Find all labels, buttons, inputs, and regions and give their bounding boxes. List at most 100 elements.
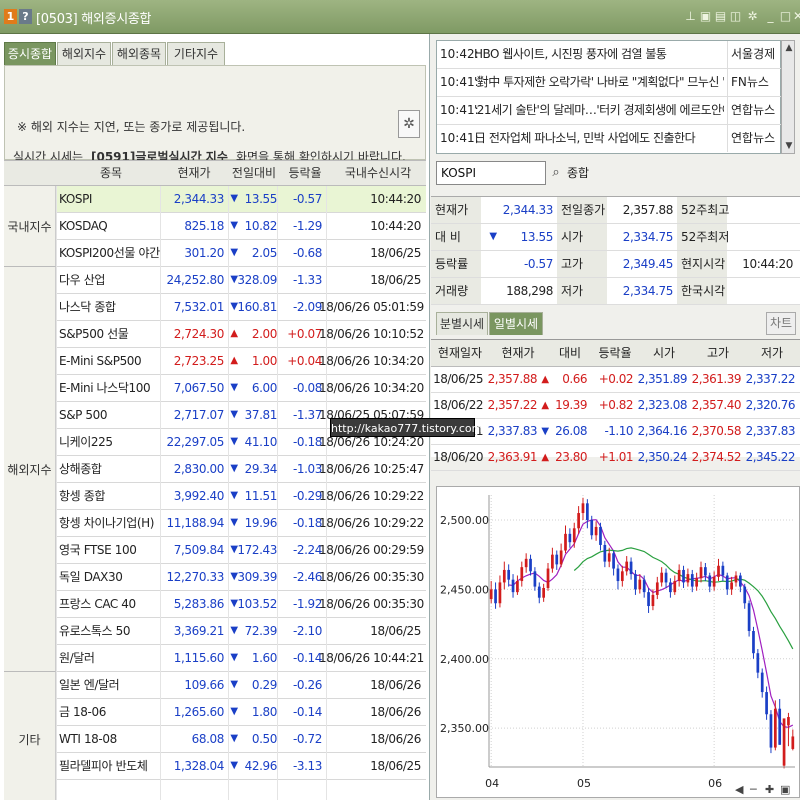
tab-overseas-stocks[interactable]: 해외종목 bbox=[112, 42, 166, 65]
table-row[interactable]: 상해종합 2,830.00 ▼ 29.34 -1.03 18/06/26 10:25:47 bbox=[56, 456, 426, 483]
candle-body bbox=[734, 575, 738, 583]
row-time: 18/06/25 bbox=[370, 273, 421, 287]
memo-icon[interactable]: ◫ bbox=[729, 9, 742, 23]
copy-icon[interactable]: ▣ bbox=[699, 9, 712, 23]
scroll-left-icon[interactable]: ◀ bbox=[735, 783, 744, 796]
row-time: 18/06/26 05:01:59 bbox=[319, 300, 424, 314]
table-row[interactable]: 일본 엔/달러 109.66 ▼ 0.29 -0.26 18/06/26 bbox=[56, 672, 426, 699]
screen-number-badge[interactable]: 1 bbox=[4, 9, 17, 24]
table-row[interactable]: 독일 DAX30 12,270.33 ▼ 309.39 -2.46 18/06/26 00… bbox=[56, 564, 426, 591]
tab-market-summary[interactable]: 증시종합 bbox=[4, 42, 56, 65]
tab-other-index[interactable]: 기타지수 bbox=[167, 42, 225, 65]
candle-body bbox=[590, 519, 594, 536]
print-icon[interactable]: ▤ bbox=[714, 9, 727, 23]
news-source: 연합뉴스 bbox=[727, 125, 782, 152]
chart-button[interactable]: 차트 bbox=[766, 312, 796, 335]
row-change: 41.10 bbox=[244, 435, 278, 449]
daily-price: 2,357.88 bbox=[487, 372, 538, 386]
tab-overseas-index[interactable]: 해외지수 bbox=[57, 42, 111, 65]
news-scrollbar[interactable]: ▲ ▼ bbox=[781, 40, 795, 154]
row-price: 5,283.86 bbox=[173, 597, 225, 611]
table-row[interactable]: 유로스톡스 50 3,369.21 ▼ 72.39 -2.10 18/06/25 bbox=[56, 618, 426, 645]
row-time: 18/06/26 00:35:30 bbox=[319, 570, 424, 584]
news-title[interactable]: '21세기 술탄'의 달레마…'터키 경제회생에 에르도안이 bbox=[474, 97, 724, 124]
table-row[interactable]: WTI 18-08 68.08 ▼ 0.50 -0.72 18/06/26 bbox=[56, 726, 426, 753]
table-row[interactable]: 원/달러 1,115.60 ▼ 1.60 -0.14 18/06/26 10:44:21 bbox=[56, 645, 426, 672]
scroll-down-icon[interactable]: ▼ bbox=[784, 141, 794, 151]
row-rate: -2.24 bbox=[292, 543, 322, 557]
daily-header-change: 대비 bbox=[558, 346, 582, 360]
daily-header-high: 고가 bbox=[706, 346, 730, 360]
candle-body bbox=[669, 582, 672, 593]
minimize-icon[interactable]: _ bbox=[764, 9, 777, 23]
table-row[interactable]: 필라델피아 반도체 1,328.04 ▼ 42.96 -3.13 18/06/25 bbox=[56, 753, 426, 780]
row-price: 11,188.94 bbox=[166, 516, 225, 530]
daily-row[interactable]: 18/06/212,337.83▼26.08-1.102,364.162,370… bbox=[431, 419, 800, 445]
row-change: 29.34 bbox=[244, 462, 278, 476]
table-row[interactable]: 프랑스 CAC 40 5,283.86 ▼ 103.52 -1.92 18/06/26 0… bbox=[56, 591, 426, 618]
row-change: 13.55 bbox=[244, 192, 278, 206]
daily-row[interactable]: 18/06/25 2,357.88 ▲ 0.66 +0.02 2,351.89 2,361.… bbox=[431, 367, 800, 393]
index-table: 종목 현재가 전일대비 등락율 국내수신시각 국내지수 해외지수 기타 KOSPI 2… bbox=[4, 160, 426, 800]
table-row[interactable]: KOSPI 2,344.33 ▼ 13.55 -0.57 10:44:20 bbox=[56, 186, 426, 213]
row-price: 2,723.25 bbox=[173, 354, 225, 368]
table-row[interactable]: S&P500 선물 2,724.30 ▲ 2.00 +0.07 18/06/26 10:1… bbox=[56, 321, 426, 348]
row-time: 18/06/26 bbox=[370, 705, 421, 719]
news-title[interactable]: 日 전자업체 파나소닉, 민박 사업에도 진출한다 bbox=[474, 125, 724, 152]
candle-body bbox=[699, 567, 703, 579]
news-title[interactable]: HBO 웹사이트, 시진핑 풍자에 검열 불통 bbox=[474, 41, 724, 68]
table-row[interactable]: 항셍 종합 3,992.40 ▼ 11.51 -0.29 18/06/26 10:29:2… bbox=[56, 483, 426, 510]
table-row[interactable]: 항셍 차이나기업(H) 11,188.94 ▼ 19.96 -0.18 18/06/26 … bbox=[56, 510, 426, 537]
news-item[interactable]: 10:41: 日 전자업체 파나소닉, 민박 사업에도 진출한다 연합뉴스 bbox=[437, 125, 782, 153]
news-title[interactable]: '對中 투자제한 오락가락' 나바로 "계획없다" 므누신 " bbox=[474, 69, 724, 96]
row-price: 1,265.60 bbox=[173, 705, 225, 719]
news-item[interactable]: 10:42: HBO 웹사이트, 시진핑 풍자에 검열 불통 서울경제 bbox=[437, 41, 782, 69]
row-price: 825.18 bbox=[184, 219, 224, 233]
fit-icon[interactable]: ▣ bbox=[780, 783, 790, 796]
quote-info-row: 거래량 188,298 저가 2,334.75 한국시각 bbox=[431, 278, 800, 305]
candle-body bbox=[721, 565, 725, 576]
table-row[interactable]: 금 18-06 1,265.60 ▼ 1.80 -0.14 18/06/26 bbox=[56, 699, 426, 726]
row-change: 1.60 bbox=[251, 651, 278, 665]
table-row[interactable]: KOSDAQ 825.18 ▼ 10.82 -1.29 10:44:20 bbox=[56, 213, 426, 240]
news-item[interactable]: 10:41: '21세기 술탄'의 달레마…'터키 경제회생에 에르도안이 연합… bbox=[437, 97, 782, 125]
table-row[interactable]: KOSPI200선물 야간 301.20 ▼ 2.05 -0.68 18/06/25 bbox=[56, 240, 426, 267]
candlestick-chart[interactable]: 2,500.00 2,450.00 2,400.00 2,350.00 04 05 06 ◀ ─… bbox=[436, 486, 800, 798]
tab-daily-prices[interactable]: 일별시세 bbox=[489, 312, 543, 335]
header-time: 국내수신시각 bbox=[344, 166, 412, 180]
candle-body bbox=[747, 603, 751, 631]
row-rate: +0.07 bbox=[287, 327, 322, 341]
table-row[interactable]: E-Mini 나스닥100 7,067.50 ▼ 6.00 -0.08 18/06/26 … bbox=[56, 375, 426, 402]
help-badge[interactable]: ? bbox=[19, 9, 32, 24]
table-row[interactable]: 영국 FTSE 100 7,509.84 ▼ 172.43 -2.24 18/06/26 … bbox=[56, 537, 426, 564]
close-icon[interactable]: ✕ bbox=[793, 9, 800, 23]
daily-open: 2,364.16 bbox=[637, 424, 688, 438]
scroll-up-icon[interactable]: ▲ bbox=[784, 43, 794, 53]
notice-line-1: ※ 해외 지수는 지연, 또는 종가로 제공됩니다. bbox=[17, 120, 246, 134]
y-tick-label: 2,350.00 bbox=[440, 722, 489, 735]
maximize-icon[interactable]: □ bbox=[779, 9, 792, 23]
row-change: 1.80 bbox=[251, 705, 278, 719]
quote-label: 고가 bbox=[557, 251, 607, 277]
gear-icon[interactable]: ✲ bbox=[746, 9, 759, 23]
daily-row[interactable]: 18/06/20 2,363.91 ▲ 23.80 +1.01 2,350.24 2,374… bbox=[431, 445, 800, 471]
news-item[interactable]: 10:41: '對中 투자제한 오락가락' 나바로 "계획없다" 므누신 " F… bbox=[437, 69, 782, 97]
zoom-out-icon[interactable]: ─ bbox=[749, 783, 757, 796]
candle-body bbox=[743, 586, 747, 604]
table-row[interactable]: 다우 산업 24,252.80 ▼ 328.09 -1.33 18/06/25 bbox=[56, 267, 426, 294]
daily-change: 26.08 bbox=[555, 424, 587, 438]
candle-body bbox=[686, 574, 690, 583]
tab-minute-prices[interactable]: 분별시세 bbox=[436, 312, 488, 335]
pin-icon[interactable]: ⊥ bbox=[684, 9, 697, 23]
candle-body bbox=[594, 526, 598, 536]
table-row[interactable]: E-Mini S&P500 2,723.25 ▲ 1.00 +0.04 18/06/26 … bbox=[56, 348, 426, 375]
row-rate: -0.26 bbox=[292, 678, 322, 692]
search-icon[interactable]: ⌕ bbox=[547, 162, 565, 184]
zoom-in-icon[interactable]: ✚ bbox=[765, 783, 774, 796]
settings-gear-button[interactable]: ✲ bbox=[398, 110, 420, 138]
symbol-search-input[interactable]: KOSPI bbox=[436, 161, 546, 185]
daily-row[interactable]: 18/06/22 2,357.22 ▲ 19.39 +0.82 2,323.08 2,357… bbox=[431, 393, 800, 419]
daily-change: 0.66 bbox=[562, 372, 587, 386]
table-row[interactable]: 나스닥 종합 7,532.01 ▼ 160.81 -2.09 18/06/26 05:01… bbox=[56, 294, 426, 321]
candle-body bbox=[756, 653, 760, 673]
